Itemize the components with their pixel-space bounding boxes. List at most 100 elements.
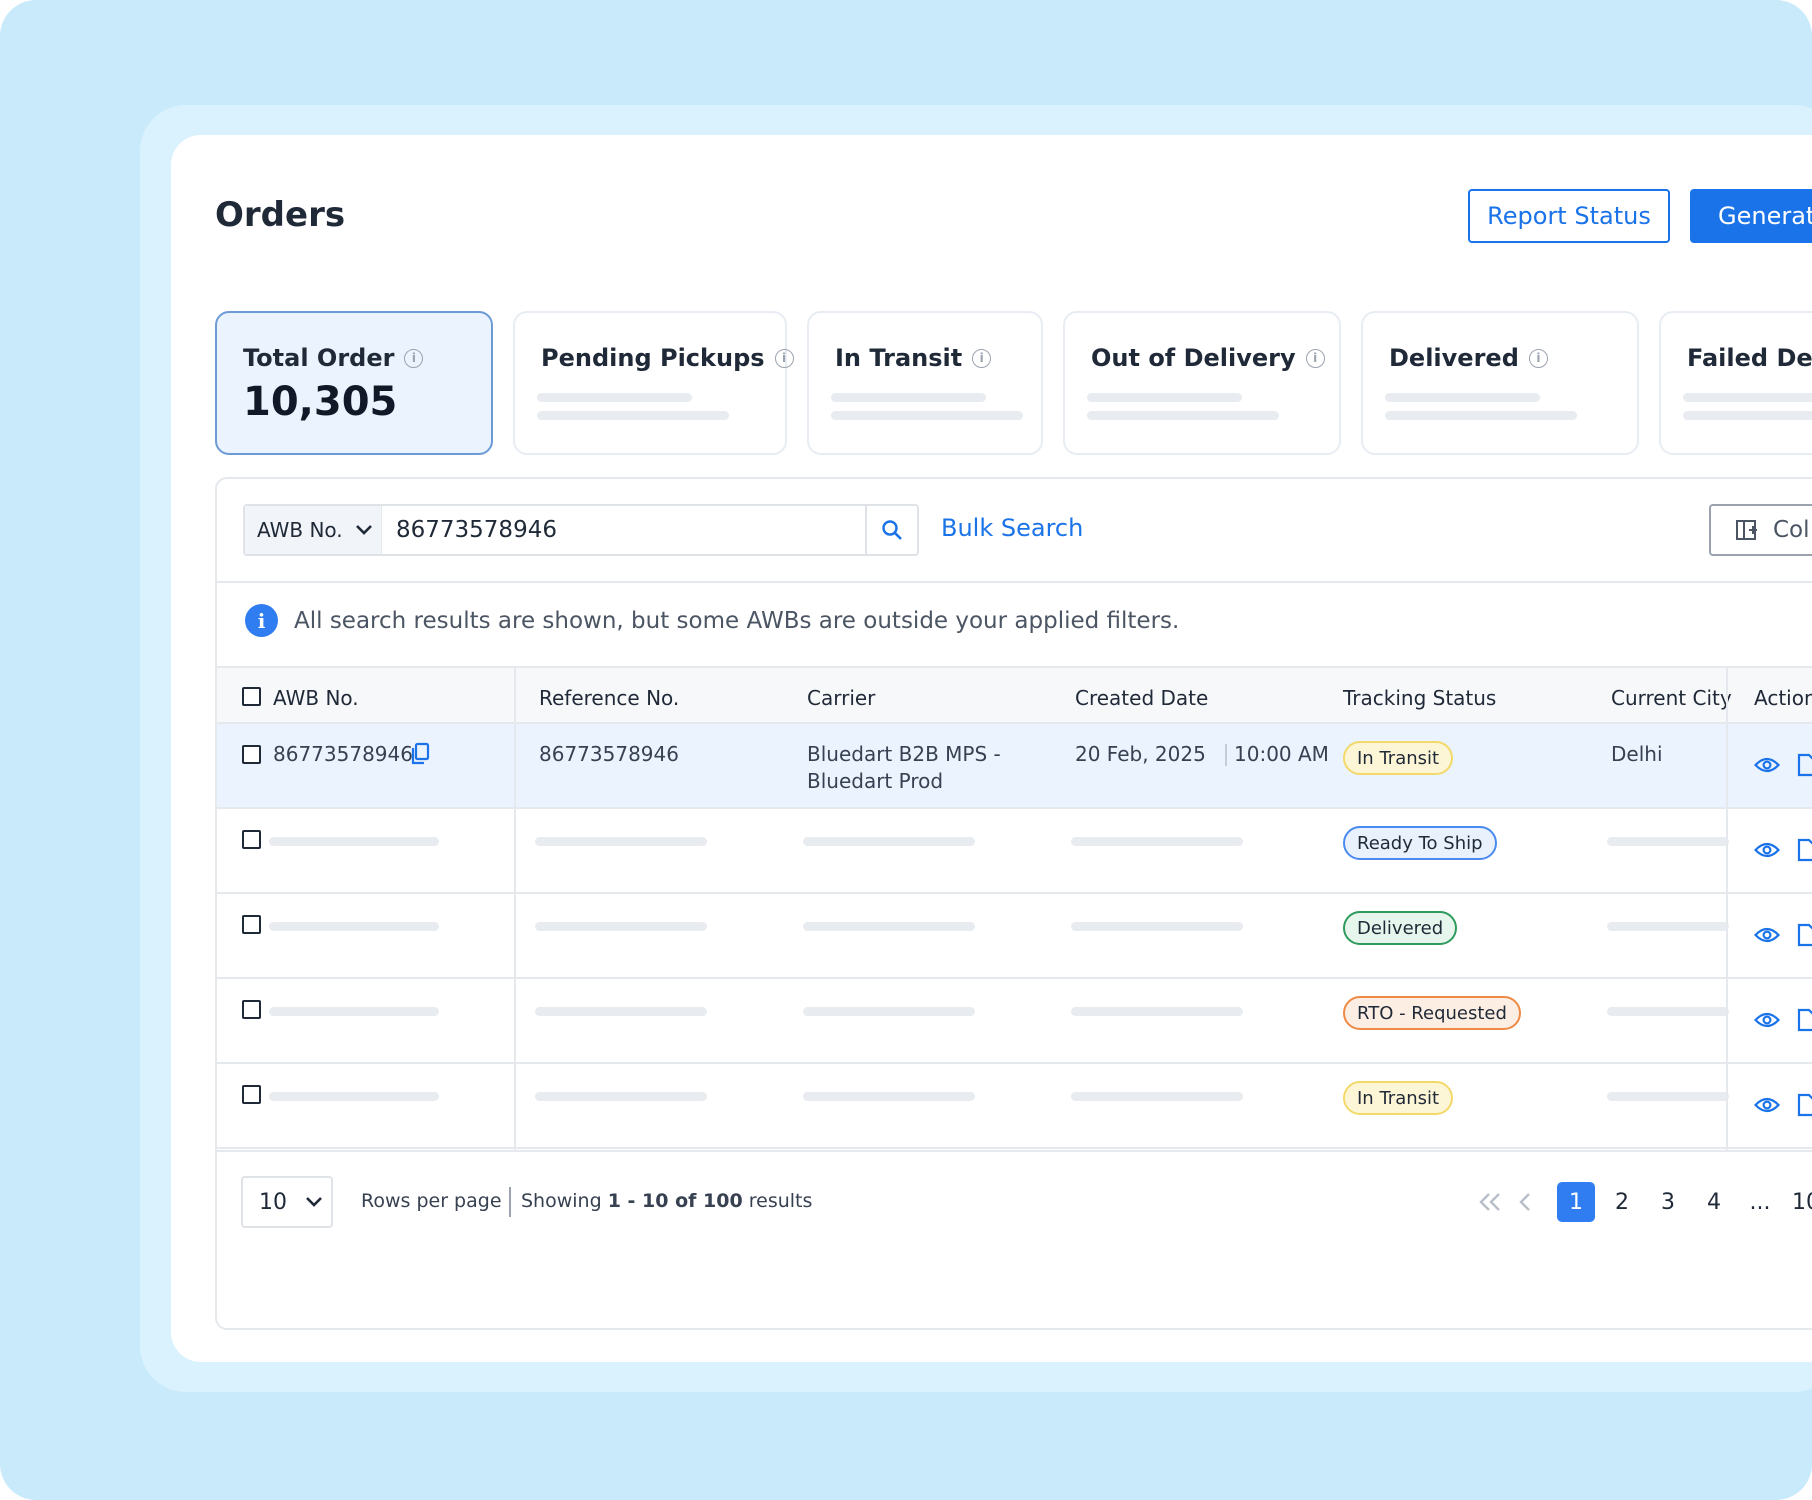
info-icon: i xyxy=(1528,348,1548,368)
column-header-awb[interactable]: AWB No. xyxy=(273,686,359,710)
column-header-reference[interactable]: Reference No. xyxy=(539,686,679,710)
loading-placeholder xyxy=(1071,1092,1243,1101)
loading-placeholder xyxy=(803,1007,975,1016)
info-icon: i xyxy=(972,348,992,368)
created-time: 10:00 AM xyxy=(1234,742,1329,766)
status-badge: RTO - Requested xyxy=(1343,996,1521,1030)
loading-placeholder xyxy=(1385,411,1577,420)
rows-per-page-select[interactable]: 10 xyxy=(241,1176,333,1228)
columns-label: Col xyxy=(1773,517,1810,543)
row-checkbox[interactable] xyxy=(242,915,261,934)
page-button-4[interactable]: 4 xyxy=(1695,1182,1733,1222)
document-icon[interactable] xyxy=(1797,838,1812,862)
generate-button[interactable]: Generate xyxy=(1690,189,1812,243)
chevron-down-icon xyxy=(355,525,372,535)
loading-placeholder xyxy=(535,1092,707,1101)
loading-placeholder xyxy=(535,922,707,931)
chevron-down-icon xyxy=(306,1197,322,1207)
loading-placeholder xyxy=(1683,411,1812,420)
loading-placeholder xyxy=(831,411,1023,420)
loading-placeholder xyxy=(1683,393,1812,402)
stat-card-pending-pickups[interactable]: Pending Pickups i xyxy=(513,311,794,455)
loading-placeholder xyxy=(1607,1092,1729,1101)
search-field-label: AWB No. xyxy=(257,518,343,542)
search-button[interactable] xyxy=(865,506,917,554)
table-row[interactable]: Delivered xyxy=(217,894,1812,979)
search-input[interactable] xyxy=(382,506,865,554)
filter-notice-text: All search results are shown, but some A… xyxy=(294,607,1180,634)
loading-placeholder xyxy=(1607,1007,1729,1016)
columns-icon xyxy=(1736,520,1757,540)
loading-placeholder xyxy=(269,1092,439,1101)
loading-placeholder xyxy=(269,1007,439,1016)
eye-icon[interactable] xyxy=(1754,1011,1780,1029)
search-field-select[interactable]: AWB No. xyxy=(245,506,382,554)
row-checkbox[interactable] xyxy=(242,1085,261,1104)
status-badge: Ready To Ship xyxy=(1343,826,1497,860)
select-all-checkbox[interactable] xyxy=(242,687,261,706)
info-icon: i xyxy=(404,348,424,368)
stat-card-delivered[interactable]: Delivered i xyxy=(1361,311,1639,455)
copy-icon[interactable] xyxy=(409,742,431,766)
column-divider xyxy=(514,666,516,1150)
table-row[interactable]: RTO - Requested xyxy=(217,979,1812,1064)
table-row[interactable]: 86773578946 86773578946 Bluedart B2B MPS… xyxy=(217,724,1812,809)
carrier-account: Bluedart Prod xyxy=(807,769,944,793)
loading-placeholder xyxy=(831,393,986,402)
loading-placeholder xyxy=(1607,922,1729,931)
filter-notice: i All search results are shown, but some… xyxy=(245,604,1179,637)
eye-icon[interactable] xyxy=(1754,756,1780,774)
search-bar: AWB No. xyxy=(243,504,919,556)
eye-icon[interactable] xyxy=(1754,926,1780,944)
page-button-10[interactable]: 10 xyxy=(1787,1182,1812,1222)
column-header-carrier[interactable]: Carrier xyxy=(807,686,875,710)
page-button-2[interactable]: 2 xyxy=(1603,1182,1641,1222)
stat-card-out-of-delivery[interactable]: Out of Delivery i xyxy=(1063,311,1341,455)
info-icon: i xyxy=(1305,348,1325,368)
eye-icon[interactable] xyxy=(1754,841,1780,859)
chevron-left-icon[interactable] xyxy=(1517,1191,1533,1213)
document-icon[interactable] xyxy=(1797,1093,1812,1117)
bulk-search-link[interactable]: Bulk Search xyxy=(941,514,1083,542)
loading-placeholder xyxy=(1607,837,1729,846)
stat-card-in-transit[interactable]: In Transit i xyxy=(807,311,1043,455)
report-status-button[interactable]: Report Status xyxy=(1468,189,1670,243)
column-header-tracking-status[interactable]: Tracking Status xyxy=(1343,686,1496,710)
stat-label: Out of Delivery i xyxy=(1091,344,1325,372)
row-checkbox[interactable] xyxy=(242,1000,261,1019)
loading-placeholder xyxy=(1071,922,1243,931)
columns-button[interactable]: Col xyxy=(1709,504,1812,556)
page-button-3[interactable]: 3 xyxy=(1649,1182,1687,1222)
loading-placeholder xyxy=(1087,411,1279,420)
table-row[interactable]: In Transit xyxy=(217,1064,1812,1149)
row-checkbox[interactable] xyxy=(242,830,261,849)
reference-number: 86773578946 xyxy=(539,742,679,766)
document-icon[interactable] xyxy=(1797,923,1812,947)
eye-icon[interactable] xyxy=(1754,1096,1780,1114)
column-header-current-city[interactable]: Current City xyxy=(1611,686,1732,710)
loading-placeholder xyxy=(1385,393,1540,402)
info-icon: i xyxy=(774,348,794,368)
stat-card-failed-delivery[interactable]: Failed Deliv xyxy=(1659,311,1812,455)
document-icon[interactable] xyxy=(1797,753,1812,777)
page-button-1[interactable]: 1 xyxy=(1557,1182,1595,1222)
divider xyxy=(217,581,1812,583)
rows-per-page-label: Rows per page xyxy=(361,1190,502,1212)
footer-separator xyxy=(509,1187,511,1217)
row-checkbox[interactable] xyxy=(242,745,261,764)
page-ellipsis: ... xyxy=(1749,1189,1771,1215)
table-row[interactable]: Ready To Ship xyxy=(217,809,1812,894)
stat-card-total-order[interactable]: Total Order i 10,305 xyxy=(215,311,493,455)
column-header-action[interactable]: Action xyxy=(1754,686,1812,710)
double-chevron-left-icon[interactable] xyxy=(1477,1191,1503,1213)
column-header-created-date[interactable]: Created Date xyxy=(1075,686,1208,710)
rows-per-page-value: 10 xyxy=(259,1189,287,1215)
page-title: Orders xyxy=(215,195,346,235)
stat-label: Failed Deliv xyxy=(1687,344,1812,372)
document-icon[interactable] xyxy=(1797,1008,1812,1032)
loading-placeholder xyxy=(537,393,692,402)
stat-label: Delivered i xyxy=(1389,344,1548,372)
results-summary: Showing 1 - 10 of 100 results xyxy=(521,1190,813,1212)
stat-label: Pending Pickups i xyxy=(541,344,794,372)
loading-placeholder xyxy=(803,1092,975,1101)
